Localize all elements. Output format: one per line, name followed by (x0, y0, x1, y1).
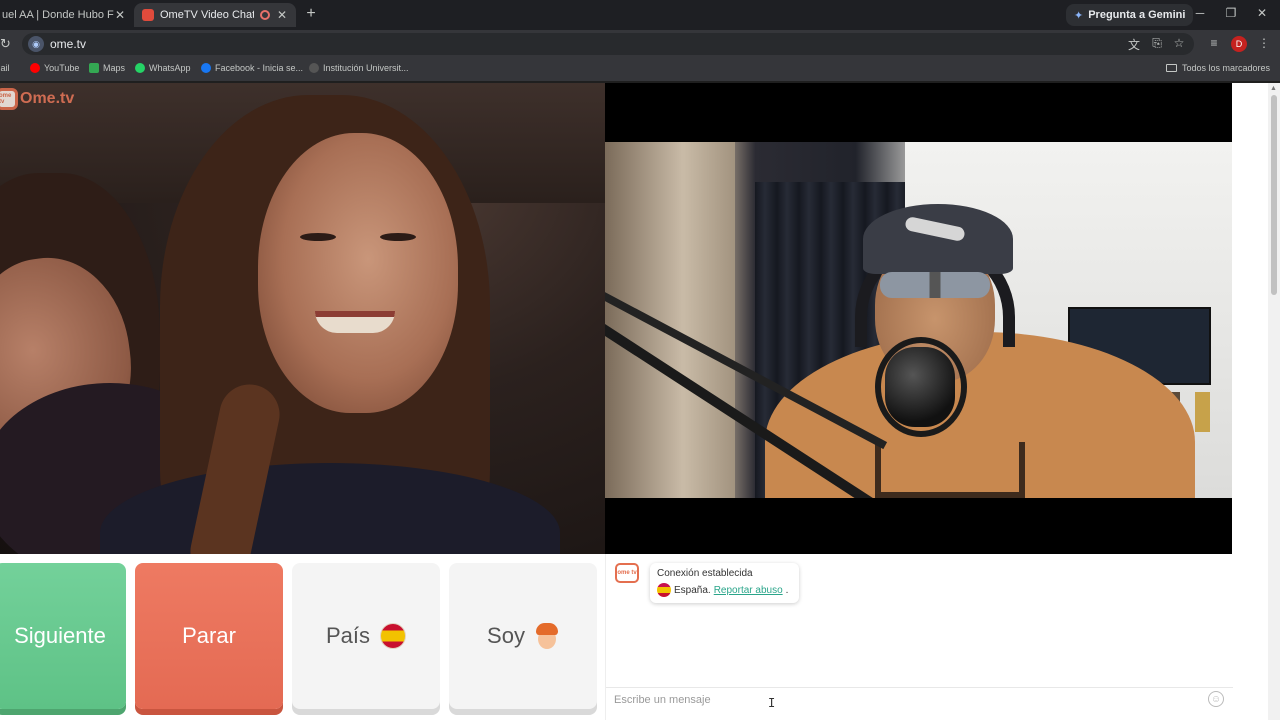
url-text: ome.tv (50, 37, 87, 51)
bookmark-facebook[interactable]: Facebook - Inicia se... (201, 63, 303, 73)
tab-title: OmeTV Video Chat — Ome (160, 9, 254, 21)
tab-youtube[interactable]: uel AA | Donde Hubo Fuego ✕ (0, 3, 134, 27)
all-bookmarks-label: Todos los marcadores (1181, 63, 1270, 73)
menu-icon[interactable]: ⋮ (1256, 36, 1272, 50)
stop-button[interactable]: Parar (135, 563, 283, 709)
report-abuse-link[interactable]: Reportar abuso (714, 585, 783, 596)
sunglasses (880, 272, 990, 298)
microphone (885, 347, 955, 427)
new-tab-icon[interactable]: + (302, 5, 320, 23)
maps-icon (89, 63, 99, 73)
avatar-hair (535, 623, 558, 635)
window-close-icon[interactable]: ✕ (1254, 6, 1270, 20)
translate-icon[interactable]: 文 (1126, 36, 1142, 53)
person-mouth (315, 311, 395, 333)
next-button[interactable]: Siguiente (0, 563, 126, 709)
whatsapp-icon (135, 63, 145, 73)
close-icon[interactable]: ✕ (276, 8, 288, 22)
logo-text: Ome.tv (20, 90, 75, 107)
remote-video: ome tv Ome.tv (0, 83, 605, 554)
page-scrollbar[interactable]: ▲ (1268, 83, 1280, 720)
bookmark-label: Institución Universit... (323, 63, 409, 73)
emoji-icon[interactable]: ☺ (1208, 691, 1224, 707)
spain-flag-icon (380, 623, 407, 649)
spain-flag-icon (657, 583, 671, 597)
facebook-icon (201, 63, 211, 73)
browser-toolbar: ↻ ◉ ome.tv 文 ⎘ ☆ ≡ ⋮ (0, 30, 1280, 58)
shirt-print (875, 442, 1025, 498)
report-suffix: . (785, 584, 789, 596)
gemini-icon: ✦ (1074, 9, 1084, 22)
profile-avatar[interactable]: D (1231, 36, 1247, 52)
connection-status: Conexión establecida (657, 568, 753, 579)
country-label: País (325, 623, 371, 648)
bookmark-institucion[interactable]: Institución Universit... (309, 63, 409, 73)
message-input[interactable] (614, 691, 1194, 709)
person-icon (309, 63, 319, 73)
tv-logo-icon: ome tv (0, 88, 18, 110)
gender-label: Soy (487, 623, 525, 648)
bookmark-label: Maps (103, 63, 126, 73)
bookmark-label: Facebook - Inicia se... (215, 63, 304, 73)
gender-button[interactable]: Soy (449, 563, 597, 709)
scroll-thumb[interactable] (1271, 95, 1277, 295)
minimize-icon[interactable]: ─ (1192, 6, 1208, 20)
folder-icon (1165, 64, 1177, 72)
recording-icon (260, 10, 270, 20)
bookmark-label: YouTube (44, 63, 80, 73)
bookmark-youtube[interactable]: YouTube (30, 63, 79, 73)
wardrobe (605, 142, 735, 498)
ometv-chat-logo-icon: ome tv (615, 563, 639, 583)
bookmark-label: WhatsApp (149, 63, 191, 73)
scroll-up-icon[interactable]: ▲ (1270, 85, 1277, 92)
media-control-icon[interactable]: ≡ (1206, 36, 1222, 50)
person-face (258, 133, 458, 413)
maximize-icon[interactable]: ❐ (1223, 6, 1239, 20)
cap (863, 204, 1013, 274)
address-bar[interactable]: ◉ ome.tv (22, 33, 1194, 55)
close-icon[interactable]: ✕ (114, 8, 126, 22)
ometv-logo: ome tv Ome.tv (0, 88, 74, 110)
stop-label: Parar (182, 623, 236, 648)
bookmark-gmail[interactable]: Gmail (0, 63, 10, 73)
person-eye (300, 233, 336, 241)
install-app-icon[interactable]: ⎘ (1149, 36, 1165, 51)
all-bookmarks-button[interactable]: Todos los marcadores (1165, 63, 1270, 73)
bookmark-whatsapp[interactable]: WhatsApp (135, 63, 191, 73)
youtube-icon (30, 63, 40, 73)
person-eye (380, 233, 416, 241)
bookmark-star-icon[interactable]: ☆ (1171, 36, 1187, 50)
country-button[interactable]: País (292, 563, 440, 709)
ometv-page: ome tv Ome.tv Siguiente Parar (0, 83, 1268, 720)
bookmark-maps[interactable]: Maps (89, 63, 125, 73)
gemini-button[interactable]: ✦ Pregunta a Gemini (1066, 4, 1194, 26)
tab-ometv[interactable]: OmeTV Video Chat — Ome ✕ (134, 3, 296, 27)
text-cursor-icon: I (768, 696, 776, 710)
ometv-favicon-icon (142, 9, 154, 21)
bookmarks-bar: Gmail YouTube Maps WhatsApp Facebook - I… (0, 58, 1280, 82)
tab-strip: uel AA | Donde Hubo Fuego ✕ OmeTV Video … (0, 0, 1280, 30)
next-label: Siguiente (14, 623, 106, 648)
tab-title: uel AA | Donde Hubo Fuego (2, 9, 114, 21)
system-message: Conexión establecida España. Reportar ab… (650, 563, 799, 603)
site-info-icon[interactable]: ◉ (28, 36, 44, 52)
partner-country: España. (674, 584, 711, 596)
gemini-label: Pregunta a Gemini (1088, 9, 1186, 21)
reload-icon[interactable]: ↻ (0, 36, 11, 52)
camera-feed (605, 142, 1232, 498)
male-avatar-icon (535, 623, 559, 649)
bookmark-label: Gmail (0, 63, 10, 73)
message-composer: ☺ (606, 687, 1233, 711)
chat-panel: ome tv Conexión establecida España. Repo… (605, 554, 1233, 720)
local-video (605, 83, 1232, 554)
